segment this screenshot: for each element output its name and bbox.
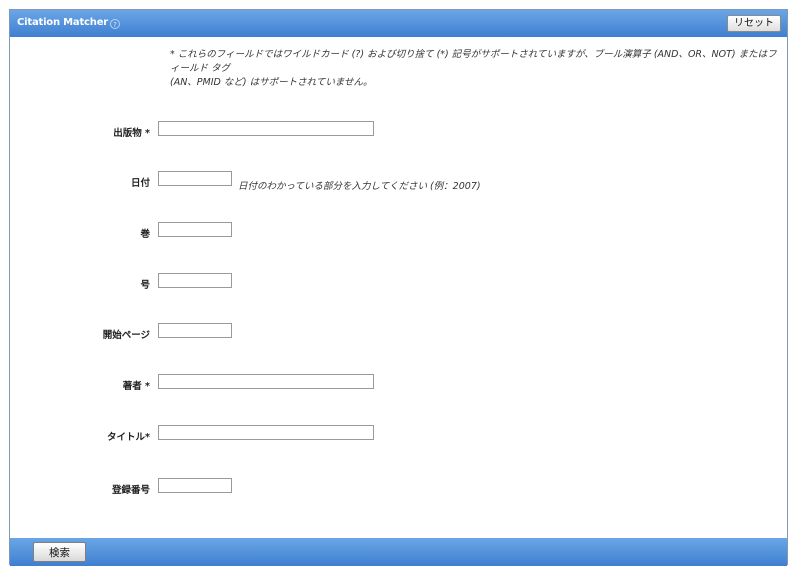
citation-matcher-panel: Citation Matcher ? リセット * これらのフィールドではワイル… (9, 9, 788, 566)
start-page-input[interactable] (158, 323, 232, 338)
wildcard-note-line-1: * これらのフィールドではワイルドカード (?) および切り捨て (*) 記号が… (170, 49, 777, 74)
volume-input[interactable] (158, 222, 232, 237)
date-label: 日付 (130, 178, 150, 189)
date-hint: 日付のわかっている部分を入力してください (例：2007) (238, 181, 481, 192)
reset-button[interactable]: リセット (727, 15, 781, 32)
title-label: タイトル* (107, 432, 150, 443)
issue-label: 号 (140, 280, 150, 291)
accession-number-label: 登録番号 (111, 485, 150, 496)
panel-header: Citation Matcher ? リセット (10, 10, 787, 37)
panel-footer: 検索 (10, 538, 787, 566)
wildcard-note: * これらのフィールドではワイルドカード (?) および切り捨て (*) 記号が… (170, 48, 780, 90)
publication-label: 出版物 * (113, 128, 150, 139)
search-button[interactable]: 検索 (33, 542, 86, 562)
panel-title: Citation Matcher (17, 17, 109, 28)
publication-input[interactable] (158, 121, 374, 136)
date-input[interactable] (158, 171, 232, 186)
volume-label: 巻 (140, 229, 150, 240)
start-page-label: 開始ページ (102, 330, 150, 341)
help-icon[interactable]: ? (110, 19, 120, 29)
issue-input[interactable] (158, 273, 232, 288)
author-label: 著者 * (122, 381, 150, 392)
title-input[interactable] (158, 425, 374, 440)
author-input[interactable] (158, 374, 374, 389)
wildcard-note-line-2: (AN、PMID など) はサポートされていません。 (170, 77, 373, 88)
accession-number-input[interactable] (158, 478, 232, 493)
